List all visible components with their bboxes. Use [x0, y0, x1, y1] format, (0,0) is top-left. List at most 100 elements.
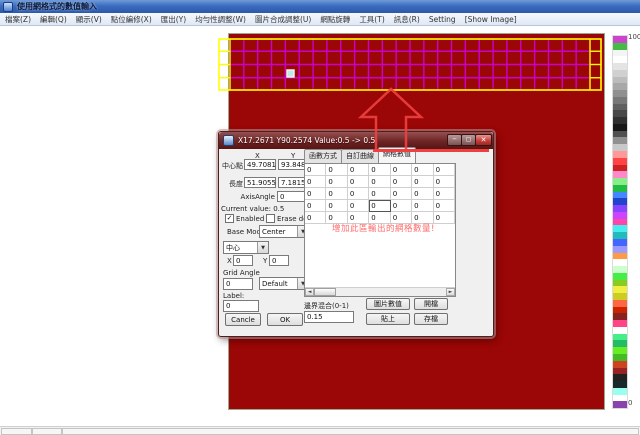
grid-cell[interactable]: 0	[434, 188, 455, 200]
grid-cell[interactable]: 0	[348, 176, 369, 188]
grid-band[interactable]	[218, 38, 602, 91]
colorbar-segment	[613, 117, 627, 124]
enabled-checkmark: ✓	[225, 214, 234, 223]
blend-input[interactable]: 0.15	[304, 311, 354, 323]
grid-cell[interactable]: 0	[391, 188, 412, 200]
scroll-left-icon[interactable]: ◄	[305, 288, 314, 296]
grid-cell[interactable]: 0	[348, 164, 369, 176]
colorbar-segment	[613, 232, 627, 239]
grid-cell[interactable]: 0	[305, 212, 326, 224]
enabled-label: Enabled	[236, 215, 264, 223]
colorbar-segment	[613, 300, 627, 307]
grid-value-dialog: X17.2671 Y90.2574 Value:0.5 -> 0.5 ─ ▢ ✕…	[218, 131, 494, 337]
menu-item[interactable]: 點位編修(X)	[111, 14, 152, 25]
offset-x-input[interactable]: 0	[233, 255, 253, 266]
colorbar-segment	[613, 381, 627, 388]
chevron-down-icon: ▼	[257, 242, 268, 253]
menu-item[interactable]: 顯示(V)	[76, 14, 102, 25]
menu-item[interactable]: 匯出(Y)	[161, 14, 186, 25]
grid-cell[interactable]: 0	[305, 188, 326, 200]
menu-item[interactable]: 圖片合成調整(U)	[255, 14, 311, 25]
menu-item[interactable]: 訊息(R)	[394, 14, 420, 25]
grid-cell[interactable]: 0	[412, 176, 433, 188]
grid-cell[interactable]: 0	[305, 200, 326, 212]
colorbar-segment	[613, 219, 627, 226]
maximize-button[interactable]: ▢	[461, 134, 476, 146]
colorbar-segment	[613, 144, 627, 151]
grid-cell[interactable]: 0	[391, 200, 412, 212]
colorbar-segment	[613, 83, 627, 90]
center-x-input[interactable]: 49.7081	[244, 159, 276, 170]
menu-item[interactable]: [Show Image]	[465, 15, 517, 24]
grid-cell[interactable]: 0	[326, 176, 347, 188]
colorbar-segment	[613, 205, 627, 212]
open-file-button[interactable]: 開檔	[414, 298, 448, 310]
scrollbar-track[interactable]	[336, 288, 446, 296]
grid-cell[interactable]: 0	[326, 188, 347, 200]
grid-cell[interactable]: 0	[348, 200, 369, 212]
colorbar-segment	[613, 280, 627, 287]
grid-cell[interactable]: 0	[434, 200, 455, 212]
grid-cell[interactable]: 0	[305, 176, 326, 188]
ok-button[interactable]: OK	[267, 313, 303, 326]
erase-dots-box	[266, 214, 275, 223]
colorbar-segment	[613, 401, 627, 408]
save-file-button[interactable]: 存檔	[414, 313, 448, 325]
center-label: 中心點	[221, 161, 243, 171]
menu-item[interactable]: 編輯(Q)	[40, 14, 67, 25]
grid-cell[interactable]: 0	[434, 164, 455, 176]
grid-cell[interactable]: 0	[348, 188, 369, 200]
colorbar-segment	[613, 374, 627, 381]
scrollbar-thumb[interactable]	[314, 288, 336, 296]
image-values-button[interactable]: 圖片數值	[366, 298, 410, 310]
grid-cell[interactable]: 0	[369, 176, 390, 188]
colorbar-segment	[613, 253, 627, 260]
grid-cell[interactable]: 0	[326, 164, 347, 176]
dialog-icon	[223, 135, 234, 146]
grid-cell[interactable]: 0	[412, 200, 433, 212]
offset-y-input[interactable]: 0	[269, 255, 289, 266]
grid-cell[interactable]: 0	[412, 164, 433, 176]
label-label: Label:	[223, 292, 244, 300]
length-x-input[interactable]: 51.9055	[244, 177, 276, 188]
paste-button[interactable]: 貼上	[366, 313, 410, 325]
minimize-button[interactable]: ─	[447, 134, 462, 146]
menu-item[interactable]: 工具(T)	[359, 14, 384, 25]
grid-cell[interactable]: 0	[305, 164, 326, 176]
menu-item[interactable]: Setting	[429, 15, 456, 24]
scroll-right-icon[interactable]: ►	[446, 288, 455, 296]
tab-1[interactable]: 函數方式	[304, 149, 342, 163]
grid-angle-mode-select[interactable]: Default ▼	[259, 277, 309, 290]
colorbar-segment	[613, 70, 627, 77]
grid-cell[interactable]: 0	[434, 212, 455, 224]
colorbar-segment	[613, 56, 627, 63]
grid-cell[interactable]: 0	[369, 188, 390, 200]
grid-cell[interactable]: 0	[391, 164, 412, 176]
grid-cell[interactable]: 0	[412, 188, 433, 200]
colorbar-segment	[613, 273, 627, 280]
menu-bar: 檔案(Z) 編輯(Q) 顯示(V) 點位編修(X) 匯出(Y) 均勻性調整(W) 圖片合成調…	[0, 13, 640, 26]
menu-item[interactable]: 網點旋轉	[320, 14, 350, 25]
selected-cell-marker[interactable]	[287, 70, 294, 77]
grid-cell[interactable]: 0	[369, 164, 390, 176]
menu-item[interactable]: 檔案(Z)	[5, 14, 31, 25]
grid-cell[interactable]: 0	[391, 176, 412, 188]
note-annotation: 增加此區輸出的網格數量!	[332, 222, 435, 234]
base-mode-select[interactable]: Center ▼	[259, 225, 309, 238]
colorbar-segment	[613, 212, 627, 219]
label-input[interactable]: 0	[223, 300, 259, 312]
colorbar-segment	[613, 259, 627, 266]
colorbar-segment	[613, 110, 627, 117]
grid-cell[interactable]: 0	[434, 176, 455, 188]
grid-angle-input[interactable]: 0	[223, 278, 253, 290]
grid-cell[interactable]: 0	[369, 200, 390, 212]
close-button[interactable]: ✕	[475, 134, 492, 146]
horizontal-scrollbar[interactable]: ◄ ►	[305, 287, 455, 296]
enabled-checkbox[interactable]: ✓ Enabled	[225, 214, 264, 223]
colorbar-segment	[613, 171, 627, 178]
colorbar-segment	[613, 90, 627, 97]
anchor-select[interactable]: 中心 ▼	[223, 241, 269, 254]
cancel-button[interactable]: Cancle	[225, 313, 261, 326]
menu-item[interactable]: 均勻性調整(W)	[195, 14, 246, 25]
grid-cell[interactable]: 0	[326, 200, 347, 212]
